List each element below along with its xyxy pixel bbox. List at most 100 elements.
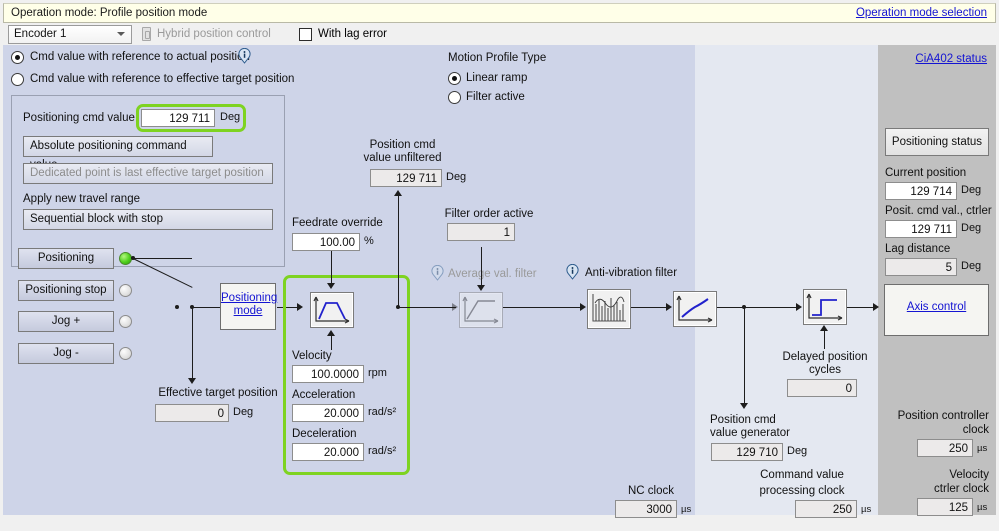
generator-label1: Position cmd [710,414,776,426]
delayed-position-block[interactable] [803,289,847,325]
wire-delaycycles-up [824,331,825,349]
delayed-position-label1: Delayed position [782,351,868,363]
pos-ctrl-clock-unit: µs [977,443,988,454]
wire-filterorder-down [481,247,482,287]
average-filter-block[interactable] [459,292,503,328]
poscmd-unfiltered-value: 129 711 [370,169,442,187]
antivibration-filter-block[interactable] [587,289,631,329]
deceleration-unit: rad/s² [368,445,397,457]
effective-target-label: Effective target position [158,387,278,399]
chevron-down-icon [117,32,125,36]
jog-plus-button[interactable]: Jog + [18,311,114,332]
motion-profile-title: Motion Profile Type [448,52,547,64]
positioning-cmd-input[interactable]: 129 711 [141,109,215,127]
sequential-block-button[interactable]: Sequential block with stop [23,209,273,230]
arrow-feedrate-down [327,283,335,289]
feedrate-override-input[interactable]: 100.00 [292,233,360,251]
radio-ref-actual-position[interactable] [11,51,24,64]
cmd-proc-clock-unit: µs [861,504,872,515]
velocity-unit: rpm [368,367,387,379]
with-lag-error-checkbox[interactable] [299,28,312,41]
arrow-down-generator [740,403,748,409]
wire-feedrate-to-ramp [331,251,332,285]
velocity-input[interactable]: 100.0000 [292,365,364,383]
radio-linear-ramp[interactable] [448,72,461,85]
wire-to-vertical [193,307,211,308]
cmd-proc-clock-label2: processing clock [759,485,845,497]
operation-mode-selection-link[interactable]: Operation mode selection [856,7,987,19]
ramp-profile-block[interactable] [310,292,354,328]
hybrid-position-label: Hybrid position control [157,28,271,40]
feedrate-override-unit: % [364,235,374,247]
arrow-into-antivib [580,303,586,311]
positioning-button[interactable]: Positioning [18,248,114,269]
current-position-unit: Deg [961,184,982,196]
positioning-cmd-unit: Deg [220,111,241,123]
info-icon-average-filter[interactable] [430,265,445,281]
positioning-mode-block[interactable]: Positioning mode [220,283,277,330]
radio-ref-actual-position-label: Cmd value with reference to actual posit… [30,51,250,63]
arrow-unfiltered-up [394,190,402,196]
operation-mode-screen: Operation mode: Profile position mode Op… [0,0,999,531]
acceleration-input[interactable]: 20.000 [292,404,364,422]
radio-filter-active-label: Filter active [466,91,525,103]
feedrate-override-label: Feedrate override [292,217,383,229]
vel-ctrl-clock-value: 125 [917,498,973,516]
wire-unfiltered-tap [398,194,399,307]
hybrid-position-icon [142,27,151,41]
positioning-mode-link-line1[interactable]: Positioning [221,292,277,305]
deceleration-label: Deceleration [292,428,357,440]
delayed-position-value: 0 [787,379,857,397]
arrow-into-avg-filter [452,303,458,311]
cmd-proc-clock-value: 250 [795,500,857,518]
absolute-positioning-button[interactable]: Absolute positioning command value [23,136,213,171]
jog-minus-button[interactable]: Jog - [18,343,114,364]
header-bar: Operation mode: Profile position mode Op… [3,3,996,23]
lag-distance-unit: Deg [961,260,982,272]
info-icon-antivib[interactable] [565,264,580,280]
jog-minus-led [119,347,132,360]
radio-linear-ramp-label: Linear ramp [466,72,528,84]
positioning-cmd-label: Positioning cmd value [23,112,135,124]
effective-target-unit: Deg [233,406,254,418]
acceleration-unit: rad/s² [368,406,397,418]
effective-target-value: 0 [155,404,229,422]
deceleration-input[interactable]: 20.000 [292,443,364,461]
interpolation-block[interactable] [673,291,717,327]
nc-clock-unit: µs [681,504,692,515]
arrow-into-axis-control [873,303,879,311]
nc-clock-value: 3000 [615,500,677,518]
current-position-label: Current position [885,167,967,179]
wire-scurve-to-delay [717,307,800,308]
positioning-stop-button[interactable]: Positioning stop [18,280,114,301]
cia402-status-link[interactable]: CiA402 status [915,53,987,65]
wire-led-to-junction [133,258,192,259]
wire-down-generator [744,307,745,405]
average-filter-label: Average val. filter [448,268,537,280]
posit-cmd-ctrler-unit: Deg [961,222,982,234]
positioning-stop-led [119,284,132,297]
pos-ctrl-clock-value: 250 [917,439,973,457]
positioning-mode-link-line2[interactable]: mode [221,305,275,318]
positioning-status-button[interactable]: Positioning status [885,128,989,156]
filter-order-value: 1 [447,223,515,241]
apply-travel-range-label: Apply new travel range [23,193,140,205]
arrow-into-delay [796,303,802,311]
encoder-select[interactable]: Encoder 1 [8,25,132,44]
arrow-into-ramp [297,303,303,311]
dedicated-point-button[interactable]: Dedicated point is last effective target… [23,163,273,184]
generator-label2: value generator [710,427,790,439]
wire-params-to-ramp [331,336,332,350]
poscmd-unfiltered-unit: Deg [446,171,467,183]
lag-distance-value: 5 [885,258,957,276]
jog-plus-led [119,315,132,328]
generator-unit: Deg [787,445,808,457]
radio-filter-active[interactable] [448,91,461,104]
arrow-into-scurve [666,303,672,311]
axis-control-link[interactable]: Axis control [885,301,988,314]
radio-ref-effective-target[interactable] [11,73,24,86]
arrow-delaycycles-up [820,325,828,331]
info-icon-ref-actual[interactable] [237,48,252,64]
axis-control-block[interactable]: Axis control [884,284,989,336]
encoder-select-value: Encoder 1 [14,28,67,40]
